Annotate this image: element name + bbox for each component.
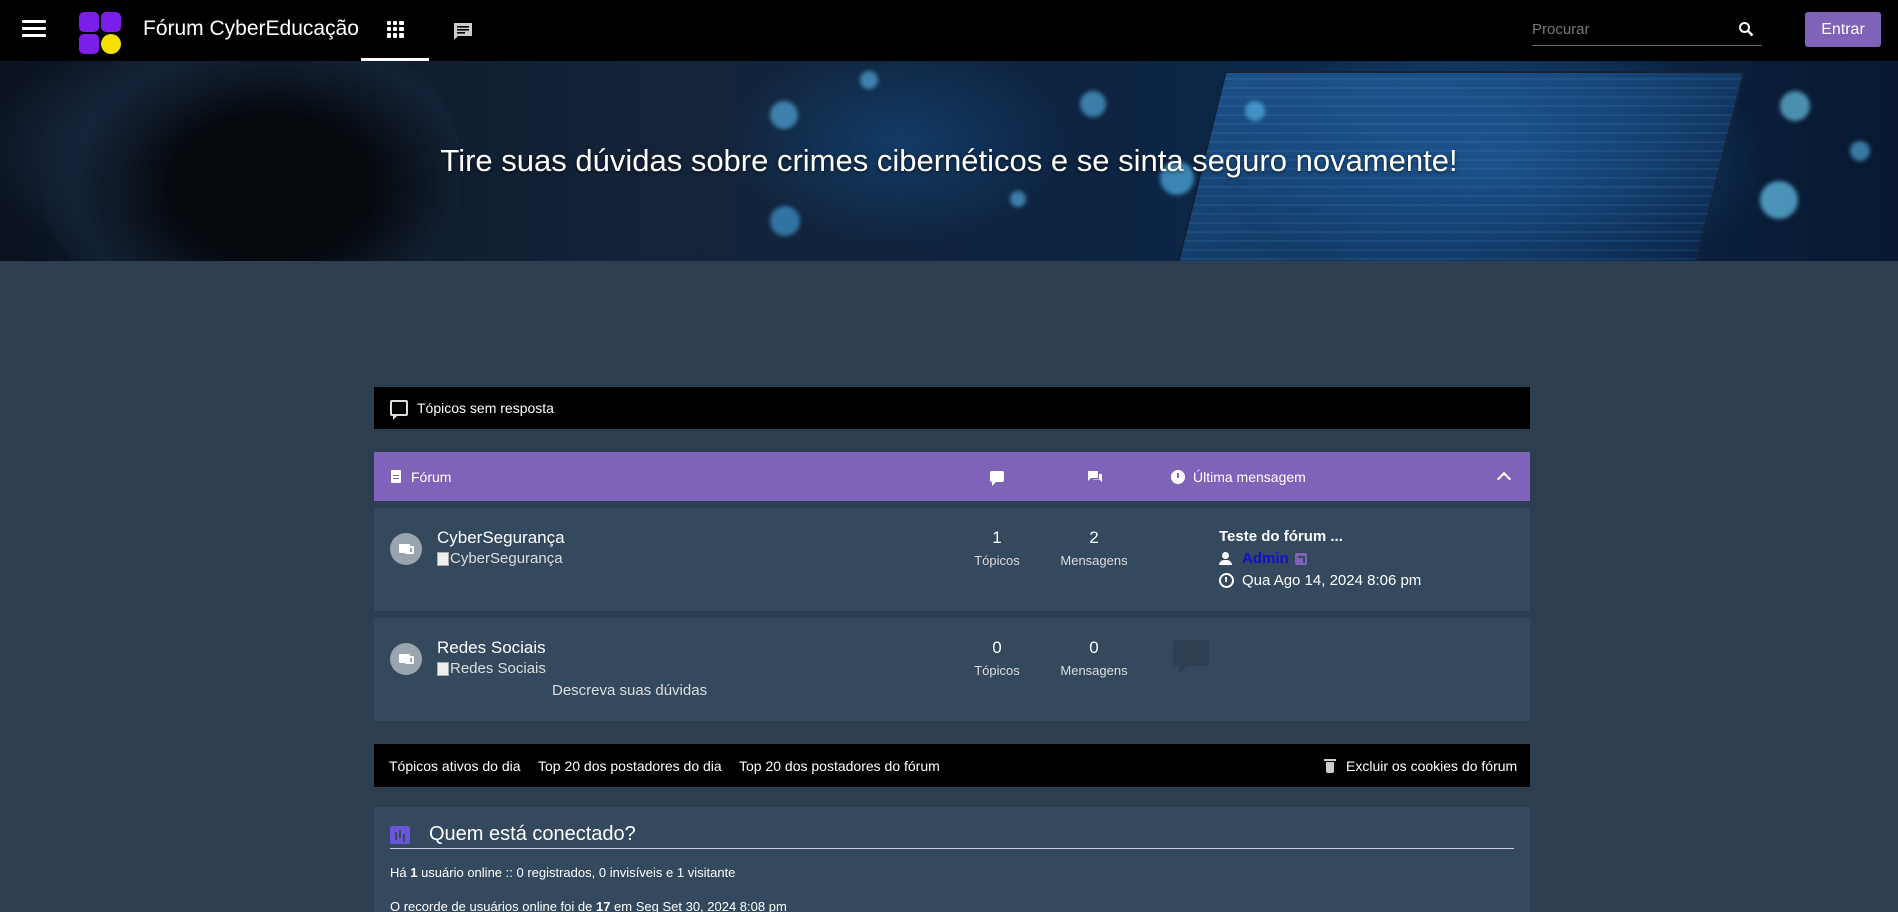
clock-icon — [1219, 573, 1234, 588]
message-square-icon — [390, 400, 408, 420]
forum-status-icon — [390, 533, 422, 565]
unanswered-topics-label: Tópicos sem resposta — [417, 400, 554, 416]
forum-image-alt: CyberSegurança — [450, 550, 563, 567]
trash-icon — [1324, 758, 1336, 773]
site-title[interactable]: Fórum CyberEducação — [143, 17, 359, 41]
last-post-date: Qua Ago 14, 2024 8:06 pm — [1219, 572, 1421, 589]
app-logo[interactable] — [79, 12, 123, 54]
forum-column-label: Fórum — [411, 468, 452, 485]
tab-apps[interactable] — [361, 0, 429, 61]
hero-tagline: Tire suas dúvidas sobre crimes cibernéti… — [440, 143, 1458, 178]
user-icon — [1219, 552, 1232, 565]
login-button[interactable]: Entrar — [1805, 12, 1881, 47]
unanswered-topics-link[interactable]: Tópicos sem resposta — [374, 387, 1530, 429]
grid-icon — [386, 20, 404, 38]
clock-icon — [1171, 469, 1185, 484]
online-record: O recorde de usuários online foi de 17 e… — [390, 899, 787, 912]
no-messages-icon — [1173, 640, 1209, 674]
forum-name[interactable]: Redes Sociais — [437, 638, 546, 658]
delete-cookies-link[interactable]: Excluir os cookies do fórum — [1324, 744, 1517, 787]
author-link[interactable]: Admin — [1242, 550, 1289, 567]
messages-label: Mensagens — [1060, 553, 1128, 568]
forum-description: Descreva suas dúvidas — [552, 682, 708, 699]
messages-column-header — [1087, 452, 1103, 501]
who-is-online-header: Quem está conectado? — [390, 821, 1514, 849]
last-message-label: Última mensagem — [1193, 468, 1306, 485]
collapse-toggle[interactable] — [1496, 452, 1512, 501]
forum-image-alt: Redes Sociais — [450, 660, 546, 677]
stats-chart-icon — [390, 825, 410, 844]
topics-label: Tópicos — [974, 663, 1020, 678]
messages-value: 0 — [1089, 638, 1099, 657]
top20-forum-link[interactable]: Top 20 dos postadores do fórum — [739, 744, 940, 787]
active-topics-link[interactable]: Tópicos ativos do dia — [389, 744, 521, 787]
messages-value: 2 — [1089, 528, 1099, 547]
last-message-column-header: Última mensagem — [1171, 452, 1306, 501]
last-post-title[interactable]: Teste do fórum ... — [1219, 528, 1343, 545]
forum-status-icon — [390, 643, 422, 675]
forum-row-redes-sociais: Redes Sociais Redes Sociais Descreva sua… — [374, 618, 1530, 721]
topics-bubble-icon — [990, 471, 1004, 486]
online-users-summary: Há 1 usuário online :: 0 registrados, 0 … — [390, 865, 736, 880]
search-icon[interactable] — [1738, 21, 1754, 37]
messages-bubbles-icon — [1088, 470, 1102, 482]
last-post-author: Admin — [1219, 550, 1307, 567]
chat-icon — [454, 22, 472, 40]
forum-links-bar: Tópicos ativos do dia Top 20 dos postado… — [374, 744, 1530, 787]
forum-image-broken: Redes Sociais — [437, 660, 546, 677]
last-post-date-text: Qua Ago 14, 2024 8:06 pm — [1242, 572, 1422, 589]
forum-table-header: Fórum Última mensagem — [374, 452, 1530, 501]
hero-banner: Tire suas dúvidas sobre crimes cibernéti… — [0, 61, 1898, 261]
document-icon — [391, 470, 401, 483]
messages-label: Mensagens — [1060, 663, 1128, 678]
top-navbar: Fórum CyberEducação Entrar — [0, 0, 1898, 61]
top20-day-link[interactable]: Top 20 dos postadores do dia — [538, 744, 722, 787]
search-input[interactable] — [1532, 14, 1727, 44]
messages-count: 0 Mensagens — [1049, 638, 1139, 678]
forum-name[interactable]: CyberSegurança — [437, 528, 565, 548]
messages-count: 2 Mensagens — [1049, 528, 1139, 568]
forum-column-header: Fórum — [391, 452, 451, 501]
forum-image-broken: CyberSegurança — [437, 550, 563, 567]
topics-value: 0 — [992, 638, 1002, 657]
topics-label: Tópicos — [974, 553, 1020, 568]
topics-count: 0 Tópicos — [952, 638, 1042, 678]
goto-post-icon[interactable] — [1294, 552, 1307, 565]
forum-row-cyberseguranca: CyberSegurança CyberSegurança 1 Tópicos … — [374, 508, 1530, 611]
who-is-online-title: Quem está conectado? — [429, 823, 636, 845]
who-is-online-panel: Quem está conectado? Há 1 usuário online… — [374, 807, 1530, 912]
hamburger-icon[interactable] — [22, 20, 46, 40]
topics-count: 1 Tópicos — [952, 528, 1042, 568]
delete-cookies-label: Excluir os cookies do fórum — [1346, 757, 1518, 774]
chevron-up-icon — [1496, 471, 1512, 487]
topics-column-header — [990, 452, 1004, 501]
topics-value: 1 — [992, 528, 1002, 547]
tab-chat[interactable] — [429, 0, 497, 61]
search-box — [1532, 14, 1762, 46]
